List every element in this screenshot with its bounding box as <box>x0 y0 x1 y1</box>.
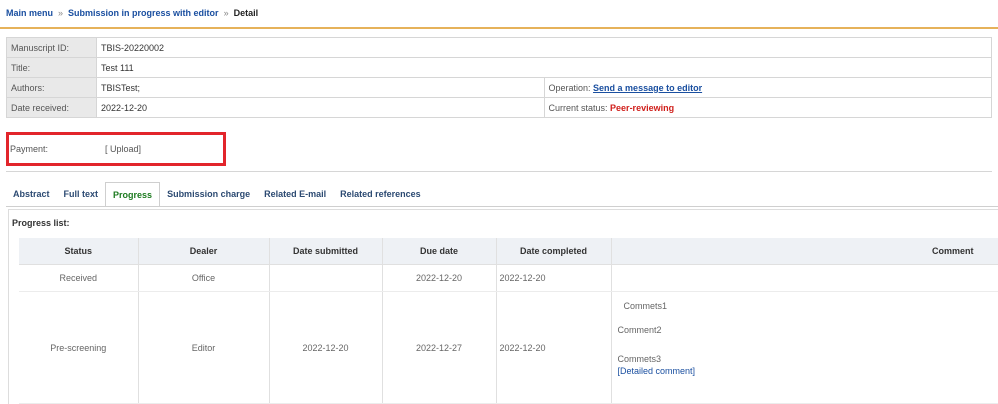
row-due-date: 2022-12-20 <box>382 264 497 292</box>
row-status: Pre-screening <box>19 291 139 404</box>
column-header-dealer: Dealer <box>138 238 270 265</box>
authors-value: TBISTest; <box>96 77 545 98</box>
column-header-due-date: Due date <box>382 238 497 265</box>
comment-1: Commets1 <box>623 301 668 311</box>
column-header-date-completed: Date completed <box>496 238 612 265</box>
breadcrumb-separator: » <box>223 8 229 18</box>
status-badge: Peer-reviewing <box>610 102 675 113</box>
progress-header-row: Status Dealer Date submitted Due date Da… <box>19 238 998 265</box>
manuscript-id-value: TBIS-20220002 <box>96 37 992 58</box>
tab-related-email[interactable]: Related E-mail <box>257 182 333 206</box>
table-row: Received Office 2022-12-20 2022-12-20 <box>19 264 998 292</box>
table-row: Pre-screening Editor 2022-12-20 2022-12-… <box>19 291 998 404</box>
current-status-cell: Current status: Peer-reviewing <box>543 97 992 118</box>
payment-highlight-box <box>6 132 226 166</box>
breadcrumb-main-menu[interactable]: Main menu <box>6 8 53 18</box>
column-header-status: Status <box>19 238 139 265</box>
breadcrumb-separator: » <box>58 8 64 18</box>
tab-related-references[interactable]: Related references <box>333 182 428 206</box>
row-dealer: Editor <box>138 291 270 404</box>
row-date-completed: 2022-12-20 <box>496 264 612 292</box>
send-message-to-editor-link[interactable]: Send a message to editor <box>593 83 702 93</box>
breadcrumb-submission-in-progress[interactable]: Submission in progress with editor <box>68 8 219 18</box>
row-date-completed: 2022-12-20 <box>496 291 612 404</box>
progress-list-title: Progress list: <box>12 218 70 228</box>
comment-3: Commets3 <box>617 354 662 364</box>
row-date-submitted <box>269 264 383 292</box>
current-status-label: Current status: <box>548 102 608 113</box>
title-label: Title: <box>6 57 97 78</box>
row-comment: Commets1 Comment2 Commets3 [Detailed com… <box>611 291 998 404</box>
authors-label: Authors: <box>6 77 97 98</box>
operation-cell: Operation: Send a message to editor <box>543 77 992 98</box>
tabs-divider <box>6 206 998 207</box>
progress-table: Status Dealer Date submitted Due date Da… <box>19 238 998 404</box>
row-dealer: Office <box>138 264 270 292</box>
tab-progress[interactable]: Progress <box>105 182 161 207</box>
operation-label: Operation: <box>548 82 591 93</box>
date-received-label: Date received: <box>6 97 97 118</box>
tab-full-text[interactable]: Full text <box>57 182 106 206</box>
detail-tabs: Abstract Full text Progress Submission c… <box>6 182 428 207</box>
tab-abstract[interactable]: Abstract <box>6 182 57 206</box>
title-value: Test 111 <box>96 57 992 78</box>
column-header-comment: Comment <box>611 238 998 265</box>
row-due-date: 2022-12-27 <box>382 291 497 404</box>
breadcrumb-current: Detail <box>233 8 259 18</box>
manuscript-id-label: Manuscript ID: <box>6 37 97 58</box>
header-divider <box>0 27 998 29</box>
manuscript-info-table: Manuscript ID: TBIS-20220002 Title: Test… <box>6 37 992 118</box>
row-comment <box>611 264 998 292</box>
comment-2: Comment2 <box>617 325 662 335</box>
row-date-submitted: 2022-12-20 <box>269 291 383 404</box>
row-status: Received <box>19 264 139 292</box>
detailed-comment-link[interactable]: [Detailed comment] <box>618 364 997 376</box>
column-header-date-submitted: Date submitted <box>269 238 383 265</box>
date-received-value: 2022-12-20 <box>96 97 545 118</box>
tab-submission-charge[interactable]: Submission charge <box>160 182 257 206</box>
breadcrumb: Main menu » Submission in progress with ed… <box>6 6 258 20</box>
